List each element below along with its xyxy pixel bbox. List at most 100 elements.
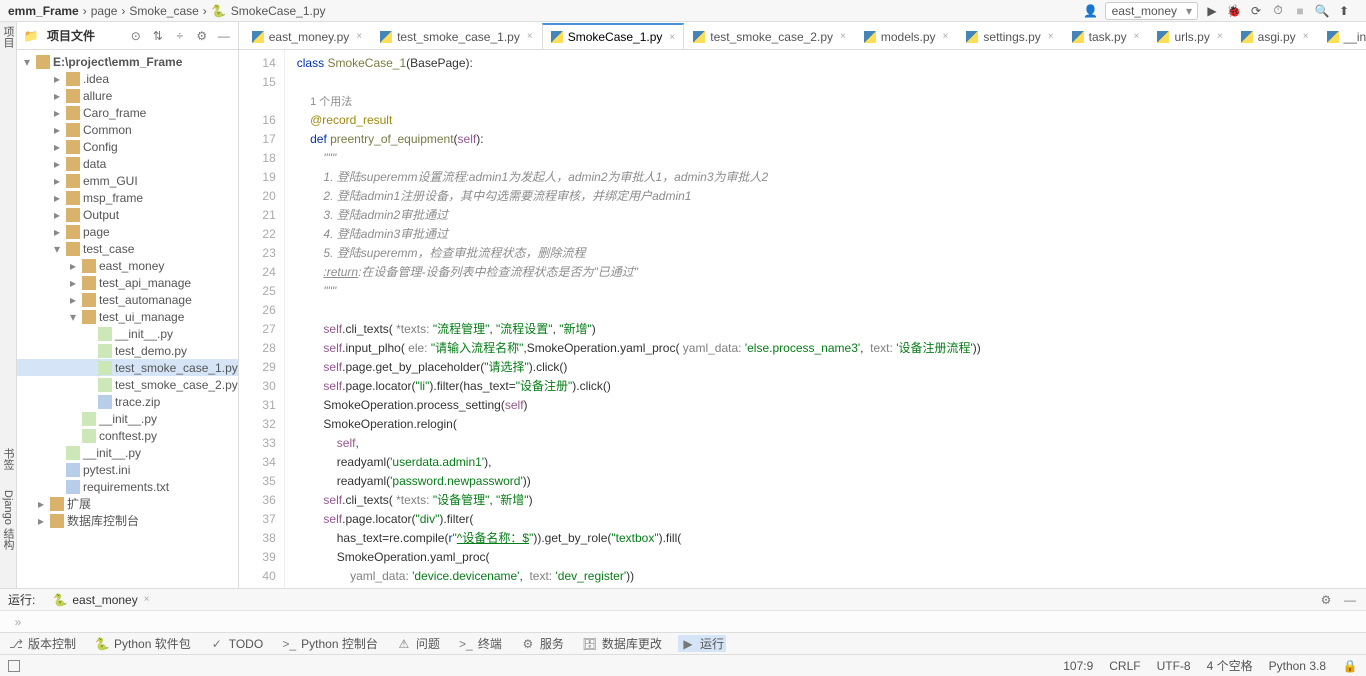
bc-2[interactable]: Smoke_case xyxy=(129,4,198,18)
tree-item[interactable]: ▸east_money xyxy=(17,257,238,274)
bottom-tab[interactable]: 🗄数据库更改 xyxy=(580,635,664,652)
debug-icon[interactable]: 🐞 xyxy=(1226,3,1242,19)
run-icon[interactable]: ▶ xyxy=(1204,3,1220,19)
chevron-right-icon[interactable]: » xyxy=(10,614,26,630)
close-icon[interactable]: × xyxy=(669,32,675,43)
editor-tab[interactable]: SmokeCase_1.py× xyxy=(542,23,685,49)
tree-item[interactable]: ▸test_api_manage xyxy=(17,274,238,291)
run-tab[interactable]: 🐍 east_money × xyxy=(43,590,158,610)
rail-django[interactable]: Django 结构 xyxy=(0,490,16,550)
settings-sync-icon[interactable]: ⬆ xyxy=(1336,3,1352,19)
lock-icon[interactable]: 🔒 xyxy=(1342,658,1358,674)
editor-tab[interactable]: settings.py× xyxy=(957,23,1062,49)
tree-item[interactable]: requirements.txt xyxy=(17,478,238,495)
python-icon xyxy=(1327,31,1339,43)
editor-tab[interactable]: test_smoke_case_2.py× xyxy=(684,23,855,49)
tree-item[interactable]: ▸Caro_frame xyxy=(17,104,238,121)
bc-root[interactable]: emm_Frame xyxy=(8,4,79,18)
bc-file[interactable]: SmokeCase_1.py xyxy=(231,4,326,18)
indent[interactable]: 4 个空格 xyxy=(1207,657,1253,674)
tool-icon: 🐍 xyxy=(94,636,110,652)
breadcrumb: emm_Frame › page › Smoke_case › 🐍 SmokeC… xyxy=(0,0,1366,22)
file-encoding[interactable]: UTF-8 xyxy=(1157,659,1191,673)
hide-icon[interactable]: — xyxy=(1342,592,1358,608)
tree-item[interactable]: ▸page xyxy=(17,223,238,240)
bottom-tab[interactable]: ⚙服务 xyxy=(518,635,566,652)
tree-item[interactable]: ▸扩展 xyxy=(17,495,238,512)
profile-icon[interactable]: ⏱ xyxy=(1270,3,1286,19)
tree-item[interactable]: ▸test_automanage xyxy=(17,291,238,308)
tree-item[interactable]: test_demo.py xyxy=(17,342,238,359)
tree-item[interactable]: ▸Output xyxy=(17,206,238,223)
tree-item[interactable]: test_smoke_case_1.py xyxy=(17,359,238,376)
tree-item[interactable]: ▾test_ui_manage xyxy=(17,308,238,325)
editor-tab[interactable]: task.py× xyxy=(1063,23,1149,49)
tree-item[interactable]: ▸.idea xyxy=(17,70,238,87)
tree-item[interactable]: __init__.py xyxy=(17,325,238,342)
tree-item[interactable]: ▸allure xyxy=(17,87,238,104)
tool-icon: ⎇ xyxy=(8,636,24,652)
collapse-all-icon[interactable]: ÷ xyxy=(172,28,188,44)
tree-item[interactable]: trace.zip xyxy=(17,393,238,410)
tree-item[interactable]: ▸数据库控制台 xyxy=(17,512,238,529)
search-icon[interactable]: 🔍 xyxy=(1314,3,1330,19)
tree-item[interactable]: ▸data xyxy=(17,155,238,172)
editor-tab[interactable]: __init__.py× xyxy=(1318,23,1366,49)
bottom-tab[interactable]: >_终端 xyxy=(456,635,504,652)
tree-item[interactable]: ▸emm_GUI xyxy=(17,172,238,189)
tree-item[interactable]: __init__.py xyxy=(17,410,238,427)
close-icon[interactable]: × xyxy=(1303,31,1309,42)
gear-icon[interactable]: ⚙ xyxy=(194,28,210,44)
tree-item[interactable]: ▸msp_frame xyxy=(17,189,238,206)
project-tree[interactable]: ▾E:\project\emm_Frame ▸.idea▸allure▸Caro… xyxy=(17,50,238,588)
editor-tab[interactable]: urls.py× xyxy=(1148,23,1231,49)
tool-icon: 🗄 xyxy=(582,636,598,652)
user-icon[interactable]: 👤 xyxy=(1083,3,1099,19)
close-icon[interactable]: × xyxy=(527,31,533,42)
bottom-tab[interactable]: ⎇版本控制 xyxy=(6,635,78,652)
python-icon xyxy=(1157,31,1169,43)
line-separator[interactable]: CRLF xyxy=(1109,659,1140,673)
bottom-tab[interactable]: ✓TODO xyxy=(207,636,265,652)
code-editor[interactable]: class SmokeCase_1(BasePage): 1 个用法 @reco… xyxy=(285,50,1366,588)
close-icon[interactable]: × xyxy=(1048,31,1054,42)
editor-tab[interactable]: east_money.py× xyxy=(243,23,371,49)
close-icon[interactable]: × xyxy=(144,594,150,605)
tree-root[interactable]: ▾E:\project\emm_Frame xyxy=(17,53,238,70)
bottom-tab[interactable]: ▶运行 xyxy=(678,635,726,652)
python-icon xyxy=(380,31,392,43)
python-icon: 🐍 xyxy=(211,3,227,19)
tree-item[interactable]: test_smoke_case_2.py xyxy=(17,376,238,393)
rail-project[interactable]: 项目 xyxy=(0,26,16,48)
select-opened-icon[interactable]: ⊙ xyxy=(128,28,144,44)
run-config-selector[interactable]: east_money xyxy=(1105,2,1198,20)
close-icon[interactable]: × xyxy=(356,31,362,42)
tree-item[interactable]: ▸Common xyxy=(17,121,238,138)
interpreter[interactable]: Python 3.8 xyxy=(1269,659,1326,673)
tree-item[interactable]: ▸Config xyxy=(17,138,238,155)
bottom-tab[interactable]: >_Python 控制台 xyxy=(279,635,380,652)
bc-1[interactable]: page xyxy=(91,4,118,18)
hide-panel-icon[interactable]: — xyxy=(216,28,232,44)
stop-icon[interactable]: ■ xyxy=(1292,3,1308,19)
editor-tab[interactable]: models.py× xyxy=(855,23,958,49)
close-icon[interactable]: × xyxy=(943,31,949,42)
bottom-tab[interactable]: 🐍Python 软件包 xyxy=(92,635,193,652)
caret-position[interactable]: 107:9 xyxy=(1063,659,1093,673)
coverage-icon[interactable]: ⟳ xyxy=(1248,3,1264,19)
editor-tabs: east_money.py×test_smoke_case_1.py×Smoke… xyxy=(239,22,1366,50)
project-panel-title: 项目文件 xyxy=(47,27,95,44)
expand-all-icon[interactable]: ⇅ xyxy=(150,28,166,44)
close-icon[interactable]: × xyxy=(1134,31,1140,42)
tree-item[interactable]: ▾test_case xyxy=(17,240,238,257)
close-icon[interactable]: × xyxy=(840,31,846,42)
rail-bookmarks[interactable]: 书签 xyxy=(0,448,16,470)
tree-item[interactable]: conftest.py xyxy=(17,427,238,444)
gear-icon[interactable]: ⚙ xyxy=(1318,592,1334,608)
editor-tab[interactable]: test_smoke_case_1.py× xyxy=(371,23,542,49)
close-icon[interactable]: × xyxy=(1217,31,1223,42)
bottom-tab[interactable]: ⚠问题 xyxy=(394,635,442,652)
editor-tab[interactable]: asgi.py× xyxy=(1232,23,1318,49)
tree-item[interactable]: __init__.py xyxy=(17,444,238,461)
tree-item[interactable]: pytest.ini xyxy=(17,461,238,478)
